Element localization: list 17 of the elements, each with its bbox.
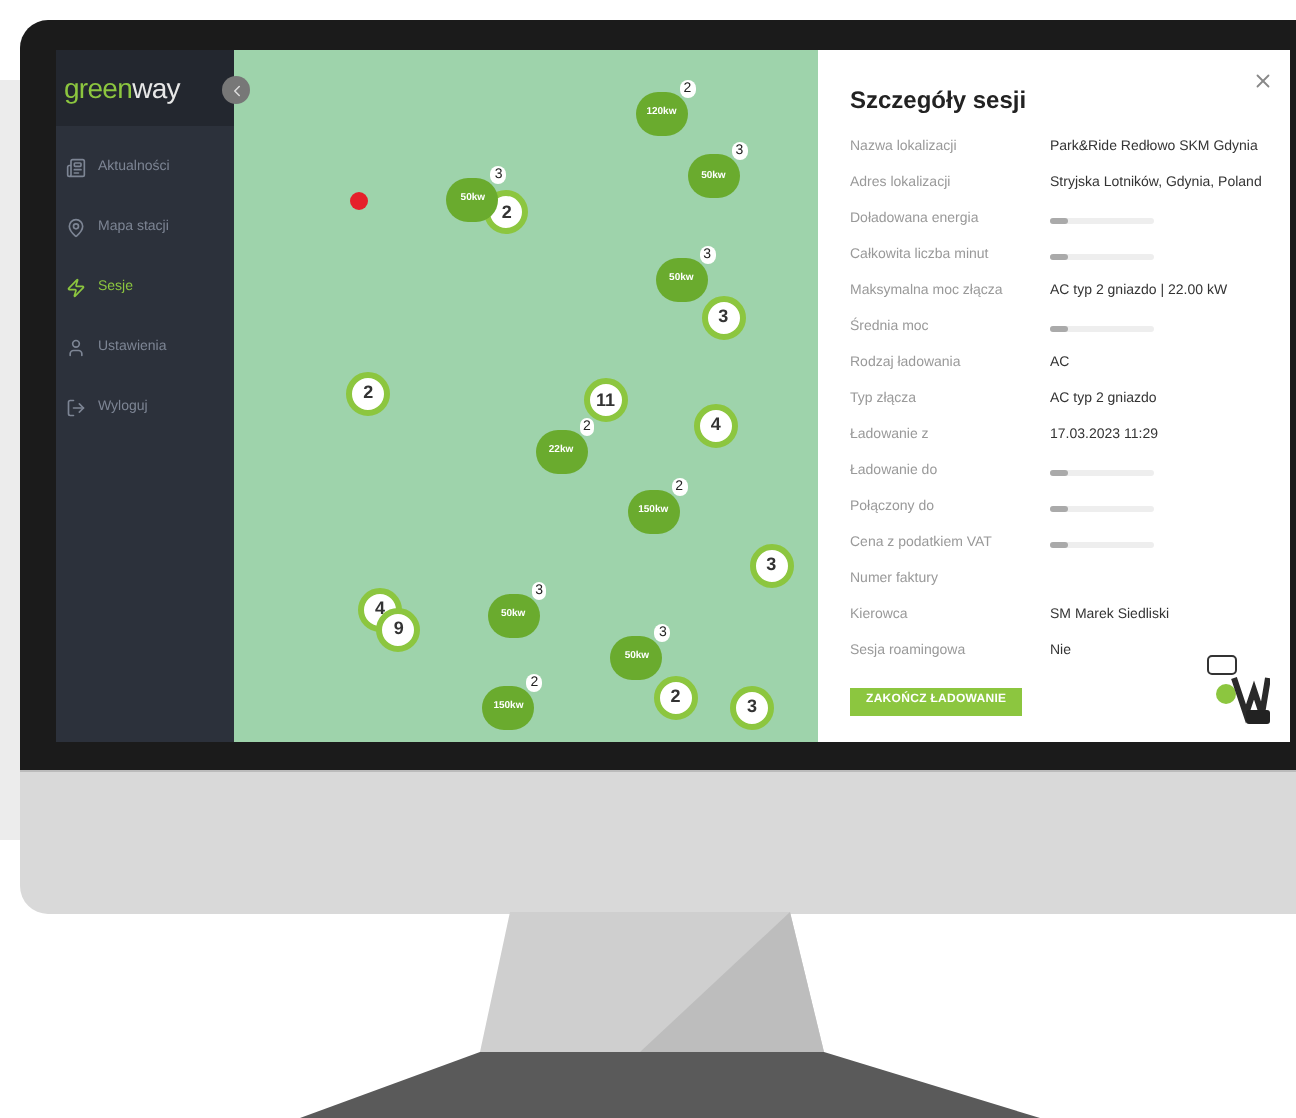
cluster-marker[interactable]: 3 [701,296,746,341]
sidebar-item-icon [66,398,86,418]
close-icon[interactable] [1252,70,1274,92]
sidebar-item-icon [66,278,86,298]
sidebar-item-icon [66,218,86,238]
cluster-marker[interactable]: 2 [346,371,391,416]
sidebar-item-icon [66,158,86,178]
cluster-marker[interactable]: 11 [583,378,628,423]
chat-bot-icon[interactable] [1206,654,1270,726]
cluster-marker[interactable]: 3 [749,543,794,588]
cluster-marker[interactable]: 2 [653,675,698,720]
logo: greenway [64,69,180,108]
cluster-marker[interactable]: 3 [730,685,774,730]
cluster-marker[interactable]: 4 [693,403,738,448]
sidebar-item-icon [66,338,86,358]
location-pin-icon [350,192,369,211]
panel-title: Szczegóły sesji [850,84,1029,118]
